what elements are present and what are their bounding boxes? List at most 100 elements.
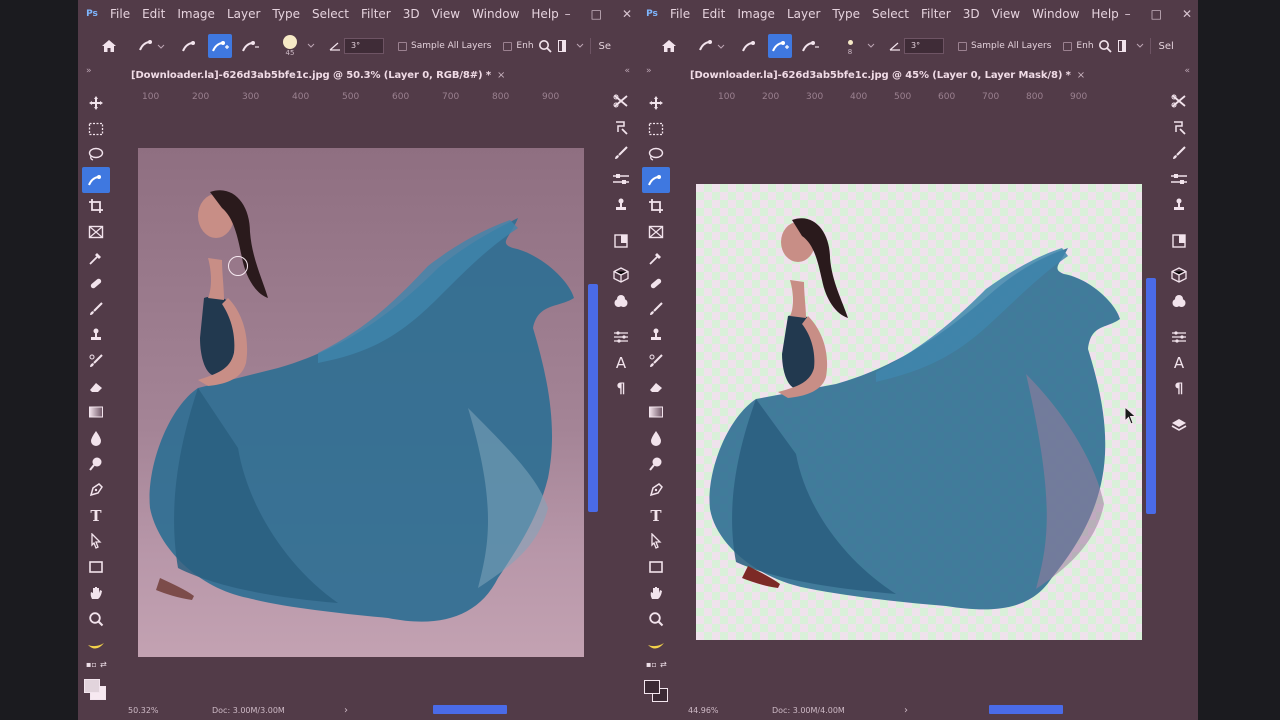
tools-panel-icon[interactable] bbox=[606, 88, 636, 114]
frame-tool-icon[interactable] bbox=[82, 219, 110, 245]
marquee-tool-icon[interactable] bbox=[82, 116, 110, 142]
new-selection-icon[interactable] bbox=[738, 34, 762, 58]
brush-size-picker[interactable]: 45 bbox=[280, 34, 300, 58]
blur-tool-icon[interactable] bbox=[82, 425, 110, 451]
menu-view[interactable]: View bbox=[986, 7, 1026, 21]
chevron-down-icon[interactable] bbox=[576, 34, 584, 58]
foreground-color-swatch[interactable] bbox=[84, 679, 100, 693]
zoom-level[interactable]: 44.96% bbox=[688, 706, 719, 715]
close-button[interactable]: ✕ bbox=[1182, 7, 1192, 21]
brush-settings-icon[interactable] bbox=[606, 114, 636, 140]
close-tab-icon[interactable]: × bbox=[1077, 70, 1085, 81]
libraries-icon[interactable] bbox=[1164, 228, 1194, 254]
healing-brush-tool-icon[interactable] bbox=[82, 271, 110, 297]
eraser-tool-icon[interactable] bbox=[642, 374, 670, 400]
swap-colors-icon[interactable]: ⇄ bbox=[100, 660, 107, 669]
document-canvas[interactable] bbox=[138, 148, 584, 657]
add-to-selection-icon[interactable] bbox=[768, 34, 792, 58]
menu-edit[interactable]: Edit bbox=[696, 7, 731, 21]
menu-3d[interactable]: 3D bbox=[397, 7, 426, 21]
document-tab[interactable]: [Downloader.la]-626d3ab5bfe1c.jpg @ 45% … bbox=[638, 66, 1198, 86]
sample-all-layers-checkbox[interactable] bbox=[398, 41, 407, 51]
select-and-mask-button[interactable]: Sel bbox=[1159, 41, 1174, 52]
workspace-icon[interactable] bbox=[1117, 34, 1126, 58]
search-icon[interactable] bbox=[1098, 34, 1112, 58]
paragraph-panel-icon[interactable]: ¶ bbox=[606, 376, 636, 402]
edit-toolbar-icon[interactable] bbox=[82, 632, 110, 658]
vertical-scrollbar[interactable] bbox=[588, 284, 598, 512]
chevron-down-icon[interactable] bbox=[306, 34, 316, 58]
enhance-edge-checkbox[interactable] bbox=[1063, 41, 1073, 51]
zoom-level[interactable]: 50.32% bbox=[128, 706, 159, 715]
tool-preset-picker[interactable] bbox=[696, 34, 726, 58]
tool-preset-picker[interactable] bbox=[136, 34, 166, 58]
properties-icon[interactable] bbox=[606, 324, 636, 350]
quick-selection-tool-icon[interactable] bbox=[82, 167, 110, 194]
gradient-tool-icon[interactable] bbox=[642, 400, 670, 426]
type-tool-icon[interactable]: T bbox=[642, 503, 670, 529]
blur-tool-icon[interactable] bbox=[642, 425, 670, 451]
document-tab[interactable]: [Downloader.la]-626d3ab5bfe1c.jpg @ 50.3… bbox=[78, 66, 638, 86]
eyedropper-tool-icon[interactable] bbox=[642, 245, 670, 271]
enhance-edge-checkbox[interactable] bbox=[503, 41, 513, 51]
swap-colors-icon[interactable]: ⇄ bbox=[660, 660, 667, 669]
crop-tool-icon[interactable] bbox=[82, 193, 110, 219]
select-and-mask-button[interactable]: Se bbox=[599, 41, 612, 52]
lasso-tool-icon[interactable] bbox=[642, 142, 670, 168]
menu-filter[interactable]: Filter bbox=[915, 7, 957, 21]
sample-all-layers-option[interactable]: Sample All Layers bbox=[958, 34, 1051, 58]
enhance-edge-option[interactable]: Enh bbox=[503, 34, 534, 58]
angle-field[interactable]: 3° bbox=[344, 38, 384, 54]
default-colors-icon[interactable]: ▪▫ bbox=[646, 660, 657, 669]
eyedropper-tool-icon[interactable] bbox=[82, 245, 110, 271]
menu-edit[interactable]: Edit bbox=[136, 7, 171, 21]
menu-select[interactable]: Select bbox=[306, 7, 355, 21]
menu-file[interactable]: File bbox=[104, 7, 136, 21]
character-panel-icon[interactable]: A bbox=[1164, 350, 1194, 376]
foreground-color-swatch[interactable] bbox=[644, 680, 660, 694]
brush-size-picker[interactable]: 8 bbox=[840, 34, 860, 58]
dodge-tool-icon[interactable] bbox=[82, 451, 110, 477]
angle-field[interactable]: 3° bbox=[904, 38, 944, 54]
lasso-tool-icon[interactable] bbox=[82, 142, 110, 168]
adjust-panel-icon[interactable] bbox=[1164, 166, 1194, 192]
libraries-icon[interactable] bbox=[606, 228, 636, 254]
add-to-selection-icon[interactable] bbox=[208, 34, 232, 58]
enhance-edge-option[interactable]: Enh bbox=[1063, 34, 1094, 58]
adjust-panel-icon[interactable] bbox=[606, 166, 636, 192]
dodge-tool-icon[interactable] bbox=[642, 451, 670, 477]
maximize-button[interactable]: □ bbox=[1151, 7, 1162, 21]
chevron-down-icon[interactable] bbox=[866, 34, 876, 58]
menu-type[interactable]: Type bbox=[266, 7, 306, 21]
maximize-button[interactable]: □ bbox=[591, 7, 602, 21]
minimize-button[interactable]: – bbox=[1125, 7, 1131, 21]
menu-type[interactable]: Type bbox=[826, 7, 866, 21]
clone-stamp-tool-icon[interactable] bbox=[82, 322, 110, 348]
3d-panel-icon[interactable] bbox=[606, 262, 636, 288]
clone-source-icon[interactable] bbox=[606, 192, 636, 218]
channels-icon[interactable] bbox=[1164, 288, 1194, 314]
home-icon[interactable] bbox=[98, 34, 120, 58]
clone-stamp-tool-icon[interactable] bbox=[642, 322, 670, 348]
type-tool-icon[interactable]: T bbox=[82, 503, 110, 529]
sample-all-layers-checkbox[interactable] bbox=[958, 41, 967, 51]
move-tool-icon[interactable] bbox=[642, 90, 670, 116]
hand-tool-icon[interactable] bbox=[642, 580, 670, 606]
marquee-tool-icon[interactable] bbox=[642, 116, 670, 142]
brush-tool-icon[interactable] bbox=[82, 296, 110, 322]
crop-tool-icon[interactable] bbox=[642, 193, 670, 219]
quick-selection-tool-icon[interactable] bbox=[642, 167, 670, 194]
workspace-icon[interactable] bbox=[557, 34, 566, 58]
search-icon[interactable] bbox=[538, 34, 552, 58]
status-menu-arrow-icon[interactable]: › bbox=[344, 705, 348, 716]
brush-tool-icon[interactable] bbox=[642, 296, 670, 322]
path-selection-tool-icon[interactable] bbox=[82, 529, 110, 555]
rectangle-tool-icon[interactable] bbox=[82, 554, 110, 580]
rectangle-tool-icon[interactable] bbox=[642, 554, 670, 580]
close-button[interactable]: ✕ bbox=[622, 7, 632, 21]
menu-filter[interactable]: Filter bbox=[355, 7, 397, 21]
minimize-button[interactable]: – bbox=[565, 7, 571, 21]
status-menu-arrow-icon[interactable]: › bbox=[904, 705, 908, 716]
zoom-tool-icon[interactable] bbox=[642, 606, 670, 632]
move-tool-icon[interactable] bbox=[82, 90, 110, 116]
